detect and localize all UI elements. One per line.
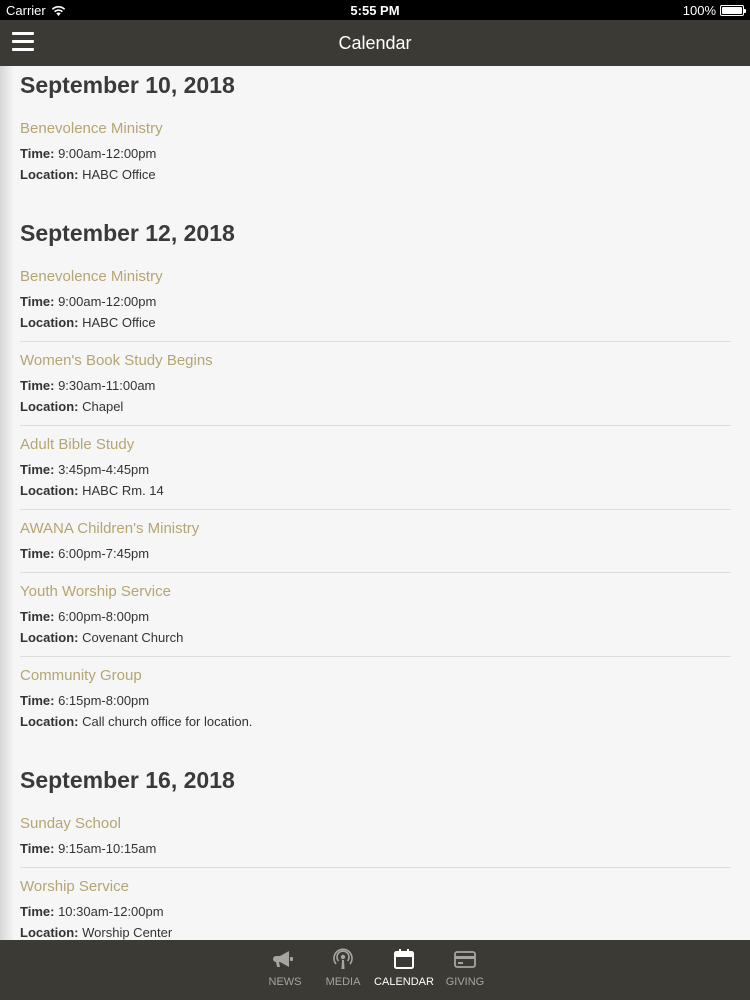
event-item[interactable]: Benevolence Ministry Time: 9:00am-12:00pm… [20, 106, 731, 193]
event-title[interactable]: Community Group [20, 667, 731, 684]
nav-bar: Calendar [0, 20, 750, 66]
event-time-value: 9:00am-12:00pm [58, 294, 157, 309]
event-time-value: 10:30am-12:00pm [58, 904, 164, 919]
event-time-label: Time: [20, 546, 55, 561]
date-heading: September 12, 2018 [20, 220, 235, 246]
event-location-value: HABC Office [82, 315, 156, 330]
event-item[interactable]: Benevolence Ministry Time: 9:00am-12:00pm… [20, 254, 731, 341]
event-location-label: Location: [20, 315, 79, 330]
event-location: Location: Worship Center [20, 922, 731, 940]
event-item[interactable]: AWANA Children's Ministry Time: 6:00pm-7:… [20, 509, 731, 572]
page-title: Calendar [338, 33, 412, 53]
event-item[interactable]: Worship Service Time: 10:30am-12:00pm Loca… [20, 867, 731, 940]
event-title[interactable]: Sunday School [20, 815, 731, 832]
event-title[interactable]: Worship Service [20, 878, 731, 895]
date-section: September 10, 2018 Benevolence Ministry Ti… [20, 66, 731, 214]
event-time: Time: 6:00pm-7:45pm [20, 543, 731, 564]
event-time-label: Time: [20, 841, 55, 856]
sidebar-shadow [0, 66, 14, 940]
event-location: Location: HABC Office [20, 312, 731, 333]
event-item[interactable]: Women's Book Study Begins Time: 9:30am-11… [20, 341, 731, 425]
event-title[interactable]: Youth Worship Service [20, 583, 731, 600]
event-location-label: Location: [20, 714, 79, 729]
tab-media-label: MEDIA [325, 976, 361, 988]
date-heading: September 16, 2018 [20, 767, 235, 793]
battery-icon [720, 5, 746, 16]
event-location: Location: Covenant Church [20, 627, 731, 648]
event-time-label: Time: [20, 609, 55, 624]
event-time-value: 9:15am-10:15am [58, 841, 157, 856]
tab-news-label: NEWS [268, 976, 302, 988]
podcast-icon [331, 948, 355, 970]
event-location-label: Location: [20, 630, 79, 645]
event-time: Time: 9:30am-11:00am [20, 375, 731, 396]
event-time: Time: 9:15am-10:15am [20, 838, 731, 859]
event-item[interactable]: Adult Bible Study Time: 3:45pm-4:45pm Loca… [20, 425, 731, 509]
event-location-value: Chapel [82, 399, 124, 414]
event-time: Time: 6:15pm-8:00pm [20, 690, 731, 711]
battery-indicator: 100% [682, 3, 746, 18]
date-heading: September 10, 2018 [20, 72, 235, 98]
tab-bar: NEWS MEDIA CALENDAR GIVING [0, 940, 750, 1000]
event-time: Time: 9:00am-12:00pm [20, 291, 731, 312]
calendar-list[interactable]: September 10, 2018 Benevolence Ministry Ti… [0, 66, 750, 940]
event-item[interactable]: Sunday School Time: 9:15am-10:15am [20, 801, 731, 867]
event-location-label: Location: [20, 925, 79, 940]
tab-calendar[interactable]: CALENDAR [372, 940, 436, 1000]
event-location-label: Location: [20, 167, 79, 182]
event-time-label: Time: [20, 462, 55, 477]
event-location: Location: HABC Rm. 14 [20, 480, 731, 501]
event-time: Time: 9:00am-12:00pm [20, 143, 731, 164]
event-time-value: 3:45pm-4:45pm [58, 462, 150, 477]
megaphone-icon [273, 948, 297, 970]
event-time-value: 9:30am-11:00am [58, 378, 156, 393]
event-time-label: Time: [20, 904, 55, 919]
event-time: Time: 6:00pm-8:00pm [20, 606, 731, 627]
event-time-value: 9:00am-12:00pm [58, 146, 157, 161]
tab-giving-label: GIVING [445, 976, 485, 988]
event-time: Time: 10:30am-12:00pm [20, 901, 731, 922]
event-location-label: Location: [20, 483, 79, 498]
event-location: Location: Chapel [20, 396, 731, 417]
event-time-value: 6:00pm-8:00pm [58, 609, 150, 624]
event-time-value: 6:00pm-7:45pm [58, 546, 150, 561]
tab-giving[interactable]: GIVING [436, 940, 494, 1000]
event-location-value: Worship Center [82, 925, 173, 940]
event-location: Location: Call church office for locatio… [20, 711, 731, 732]
date-section: September 12, 2018 Benevolence Ministry Ti… [20, 214, 731, 761]
tab-calendar-label: CALENDAR [374, 976, 434, 988]
event-item[interactable]: Youth Worship Service Time: 6:00pm-8:00pm… [20, 572, 731, 656]
event-location-value: Call church office for location. [82, 714, 253, 729]
event-item[interactable]: Community Group Time: 6:15pm-8:00pm Locati… [20, 656, 731, 740]
event-time-label: Time: [20, 146, 55, 161]
event-time: Time: 3:45pm-4:45pm [20, 459, 731, 480]
event-title[interactable]: Benevolence Ministry [20, 120, 731, 137]
event-title[interactable]: Adult Bible Study [20, 436, 731, 453]
event-time-label: Time: [20, 378, 55, 393]
event-title[interactable]: Benevolence Ministry [20, 268, 731, 285]
event-title[interactable]: AWANA Children's Ministry [20, 520, 731, 537]
battery-percent: 100% [682, 3, 716, 18]
status-bar: Carrier 5:55 PM 100% [0, 0, 750, 20]
status-time: 5:55 PM [350, 3, 400, 18]
event-location-value: HABC Office [82, 167, 156, 182]
date-section: September 16, 2018 Sunday School Time: 9:1… [20, 761, 731, 940]
tab-news[interactable]: NEWS [256, 940, 314, 1000]
event-title[interactable]: Women's Book Study Begins [20, 352, 731, 369]
tab-media[interactable]: MEDIA [314, 940, 372, 1000]
event-time-label: Time: [20, 294, 55, 309]
event-location-value: Covenant Church [82, 630, 184, 645]
calendar-icon [392, 948, 416, 970]
event-time-label: Time: [20, 693, 55, 708]
event-location: Location: HABC Office [20, 164, 731, 185]
event-time-value: 6:15pm-8:00pm [58, 693, 150, 708]
event-location-label: Location: [20, 399, 79, 414]
credit-card-icon [453, 948, 477, 970]
event-location-value: HABC Rm. 14 [82, 483, 164, 498]
